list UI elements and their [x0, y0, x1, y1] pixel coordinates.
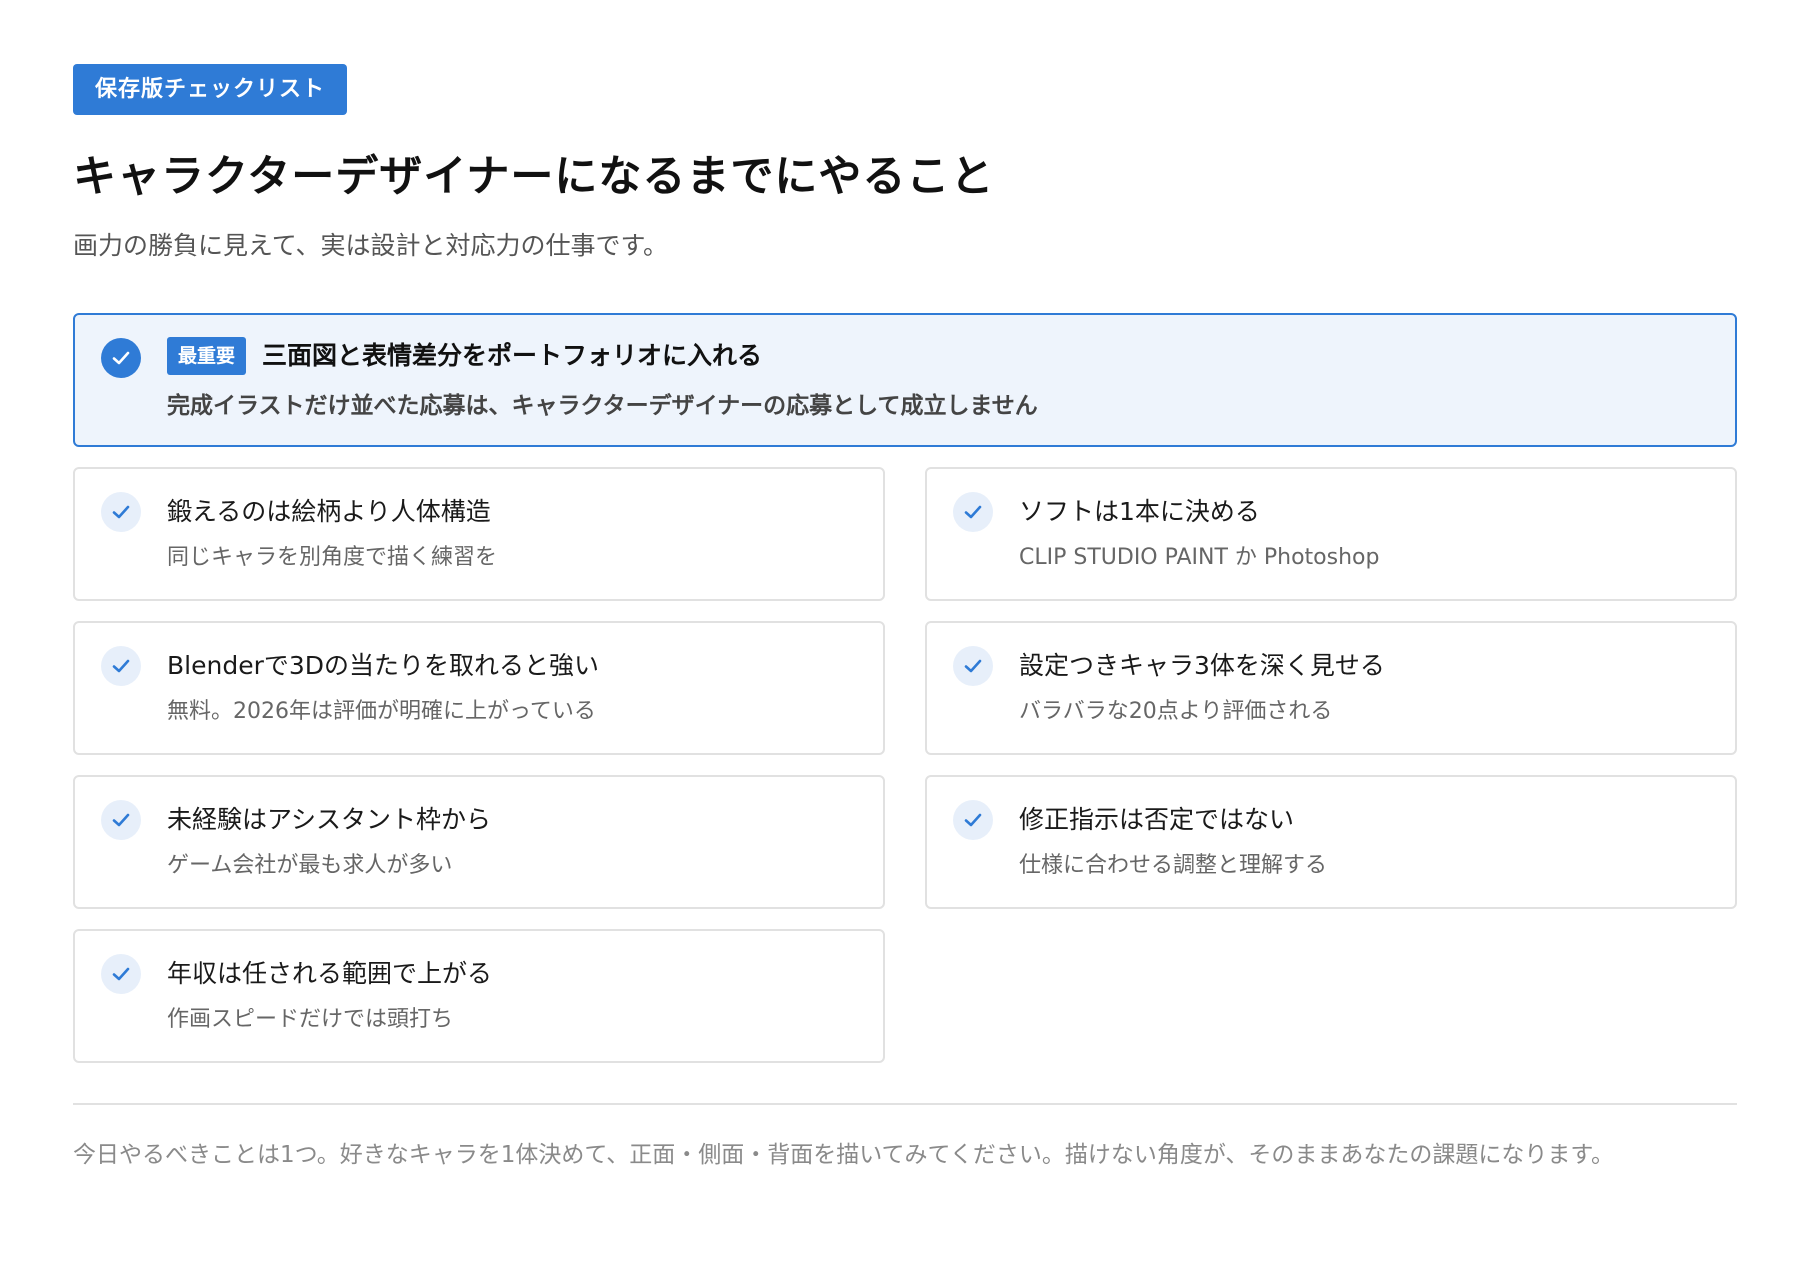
priority-badge: 最重要: [167, 337, 247, 375]
checklist-item-description: CLIP STUDIO PAINT か Photoshop: [1019, 545, 1380, 570]
checklist-item[interactable]: Blenderで3Dの当たりを取れると強い 無料。2026年は評価が明確に上がっ…: [73, 621, 885, 755]
checklist-item[interactable]: ソフトは1本に決める CLIP STUDIO PAINT か Photoshop: [925, 467, 1737, 601]
checklist-grid: 鍛えるのは絵柄より人体構造 同じキャラを別角度で描く練習を ソフトは1本に決める…: [73, 467, 1737, 1063]
checklist-item-title: 年収は任される範囲で上がる: [167, 959, 493, 988]
checklist-page: 保存版チェックリスト キャラクターデザイナーになるまでにやること 画力の勝負に見…: [0, 0, 1800, 1262]
check-icon: [953, 800, 993, 840]
checklist-item-title: 設定つきキャラ3体を深く見せる: [1019, 651, 1385, 680]
checklist-item-title: 鍛えるのは絵柄より人体構造: [167, 497, 491, 526]
check-icon: [101, 646, 141, 686]
checklist-item-description: バラバラな20点より評価される: [1019, 699, 1333, 724]
check-icon: [101, 954, 141, 994]
checklist-item-title: ソフトは1本に決める: [1019, 497, 1260, 526]
checklist-item-description: 無料。2026年は評価が明確に上がっている: [167, 699, 596, 724]
check-circle-icon: [101, 338, 141, 378]
checklist-item-description: 作画スピードだけでは頭打ち: [167, 1007, 454, 1032]
footer-divider: [73, 1103, 1737, 1105]
checklist-item-description: 同じキャラを別角度で描く練習を: [167, 545, 498, 570]
check-icon: [953, 492, 993, 532]
checklist-item-description: 仕様に合わせる調整と理解する: [1019, 853, 1328, 878]
checklist-item-title: 修正指示は否定ではない: [1019, 805, 1295, 834]
checklist-item-title: Blenderで3Dの当たりを取れると強い: [167, 651, 600, 680]
checklist-item-description: ゲーム会社が最も求人が多い: [167, 853, 453, 878]
checklist-item-title: 未経験はアシスタント枠から: [167, 805, 492, 834]
footer-note: 今日やるべきことは1つ。好きなキャラを1体決めて、正面・側面・背面を描いてみてく…: [73, 1142, 1615, 1168]
check-icon: [101, 492, 141, 532]
check-icon: [953, 646, 993, 686]
check-icon: [101, 800, 141, 840]
checklist-item[interactable]: 鍛えるのは絵柄より人体構造 同じキャラを別角度で描く練習を: [73, 467, 885, 601]
page-subtitle: 画力の勝負に見えて、実は設計と対応力の仕事です。: [73, 231, 669, 260]
featured-item-title: 三面図と表情差分をポートフォリオに入れる: [262, 341, 763, 370]
checklist-tag: 保存版チェックリスト: [73, 64, 348, 115]
checklist-item[interactable]: 設定つきキャラ3体を深く見せる バラバラな20点より評価される: [925, 621, 1737, 755]
checklist-item[interactable]: 修正指示は否定ではない 仕様に合わせる調整と理解する: [925, 775, 1737, 909]
featured-checklist-item[interactable]: 最重要 三面図と表情差分をポートフォリオに入れる 完成イラストだけ並べた応募は、…: [73, 313, 1737, 447]
featured-item-description: 完成イラストだけ並べた応募は、キャラクターデザイナーの応募として成立しません: [167, 393, 1038, 419]
checklist-item[interactable]: 年収は任される範囲で上がる 作画スピードだけでは頭打ち: [73, 929, 885, 1063]
featured-header: 最重要 三面図と表情差分をポートフォリオに入れる: [167, 337, 762, 375]
page-title: キャラクターデザイナーになるまでにやること: [73, 152, 995, 202]
checklist-item[interactable]: 未経験はアシスタント枠から ゲーム会社が最も求人が多い: [73, 775, 885, 909]
